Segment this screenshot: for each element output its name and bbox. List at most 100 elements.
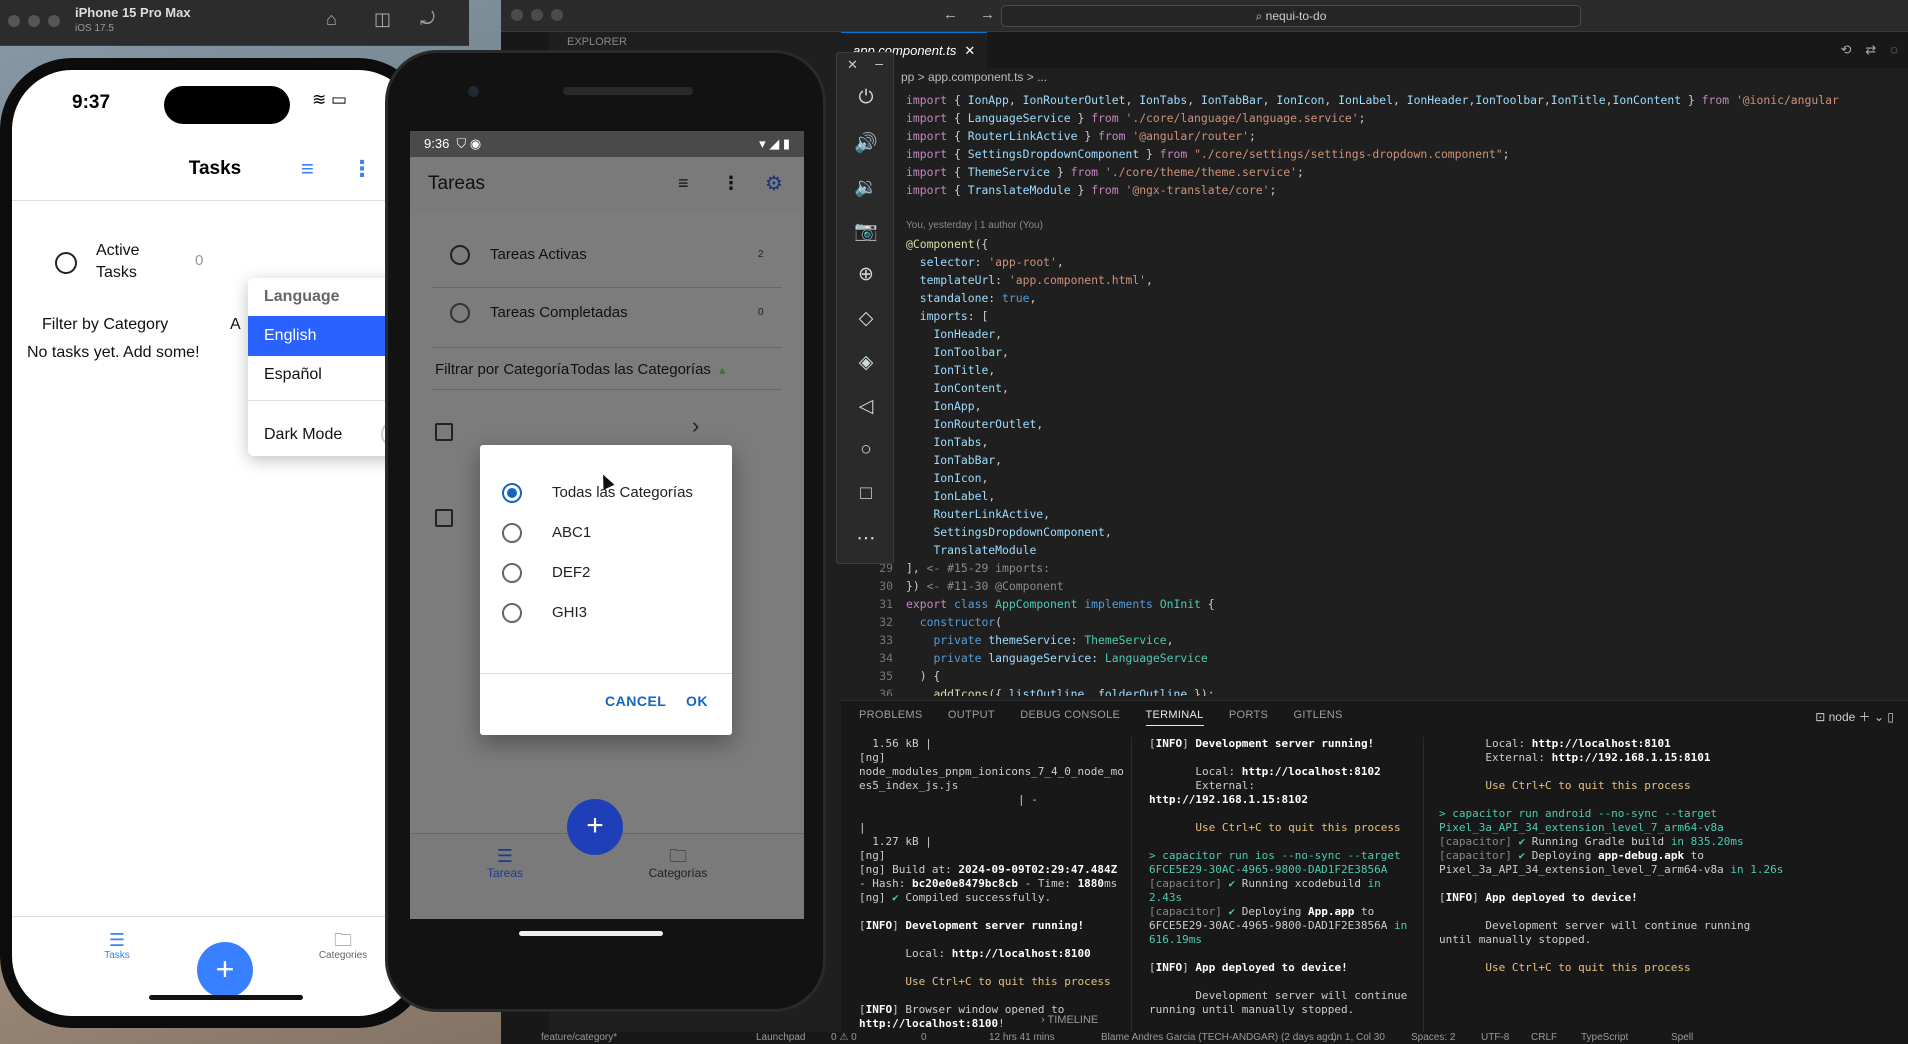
power-icon[interactable]: ⏻: [837, 87, 895, 109]
timeline-label: TIMELINE: [1047, 1014, 1099, 1026]
blame-status[interactable]: Blame Andres Garcia (TECH-ANDGAR) (2 day…: [1101, 1032, 1337, 1044]
history-icon[interactable]: ⟲: [1840, 42, 1851, 57]
filter-icon[interactable]: ≡: [678, 173, 689, 194]
rotate-icon[interactable]: ⤾: [420, 9, 435, 30]
tab-output[interactable]: OUTPUT: [948, 709, 995, 725]
android-screen: 9:36 ⛉ ◉ ▾ ◢ ▮ Tareas ≡ ⋮ ⚙ Tareas Activa…: [410, 131, 804, 919]
home-icon[interactable]: ⌂: [326, 9, 337, 30]
encoding-status[interactable]: UTF-8: [1481, 1032, 1509, 1044]
dialog-option[interactable]: DEF2: [480, 553, 732, 593]
back-icon[interactable]: ◁: [837, 395, 895, 418]
ok-button[interactable]: OK: [686, 693, 708, 709]
list-icon: ☰: [108, 930, 126, 950]
list-item[interactable]: Tareas Activas 2: [410, 229, 804, 287]
chevron-right-icon[interactable]: ›: [692, 413, 699, 439]
branch-status[interactable]: feature/category*: [541, 1032, 617, 1044]
dialog-option[interactable]: GHI3: [480, 593, 732, 633]
tab-terminal[interactable]: TERMINAL: [1145, 709, 1204, 726]
close-icon[interactable]: ✕: [964, 43, 975, 58]
language-status[interactable]: TypeScript: [1581, 1032, 1628, 1044]
list-item[interactable]: Tareas Completadas 0: [410, 287, 804, 345]
terminal-2[interactable]: [INFO] Development server running! Local…: [1149, 737, 1409, 1033]
home-icon[interactable]: ○: [837, 439, 895, 461]
radio[interactable]: [502, 563, 522, 583]
spell-status[interactable]: Spell: [1671, 1032, 1693, 1044]
tab-categories[interactable]: 🗀 Categories: [298, 930, 388, 961]
speaker: [563, 87, 693, 95]
option-label: Todas las Categorías: [552, 484, 693, 501]
settings-icon[interactable]: ◌: [1890, 42, 1898, 57]
radio[interactable]: [502, 603, 522, 623]
forward-arrow-icon[interactable]: →: [980, 6, 995, 23]
back-arrow-icon[interactable]: ←: [943, 6, 958, 23]
add-task-button[interactable]: +: [197, 942, 253, 998]
task-checkbox[interactable]: [435, 423, 453, 441]
code-editor[interactable]: import { IonApp, IonRouterOutlet, IonTab…: [841, 91, 1908, 696]
cursor-position[interactable]: Ln 1, Col 30: [1331, 1032, 1385, 1044]
tab-tasks[interactable]: ☰ Tasks: [82, 930, 152, 961]
volume-down-icon[interactable]: 🔉: [837, 175, 895, 199]
active-tasks-radio[interactable]: [55, 252, 77, 274]
warnings-status[interactable]: 0: [921, 1032, 927, 1044]
language-header: Language: [264, 288, 340, 305]
volume-up-icon[interactable]: 🔊: [837, 131, 895, 155]
language-option-spanish[interactable]: Español: [264, 366, 322, 384]
rotate-right-icon[interactable]: ◈: [837, 351, 895, 374]
cancel-button[interactable]: CANCEL: [605, 693, 666, 709]
rotate-left-icon[interactable]: ◇: [837, 307, 895, 330]
terminal-divider[interactable]: [1131, 737, 1132, 1033]
iphone-screen: 9:37 ≋ ▭ Tasks ≡ ⋮ Active Tasks 0 Filter…: [12, 70, 418, 1016]
indent-status[interactable]: Spaces: 2: [1411, 1032, 1455, 1044]
zoom-icon[interactable]: ⊕: [837, 263, 895, 286]
terminal-divider[interactable]: [1423, 737, 1424, 1033]
language-option-english[interactable]: English: [248, 316, 398, 356]
more-vert-icon[interactable]: ⋮: [722, 173, 740, 194]
tab-categories[interactable]: 🗀 Categorías: [628, 846, 728, 880]
completed-check-icon[interactable]: [450, 303, 470, 323]
tab-categories-label: Categories: [318, 950, 368, 961]
radio-selected[interactable]: [502, 483, 522, 503]
active-tasks-radio[interactable]: [450, 245, 470, 265]
tab-debug-console[interactable]: DEBUG CONSOLE: [1020, 709, 1120, 725]
tab-tasks[interactable]: ☰ Tareas: [470, 846, 540, 880]
git-blame-hint: You, yesterday | 1 author (You): [906, 220, 1043, 231]
more-vert-icon[interactable]: ⋮: [351, 156, 373, 182]
minimize-icon[interactable]: –: [875, 55, 883, 71]
launchpad-status[interactable]: Launchpad: [756, 1032, 806, 1044]
filter-label: Filtrar por Categoría: [435, 361, 570, 378]
command-center-search[interactable]: ⌕ nequi-to-do: [1001, 5, 1581, 27]
close-icon[interactable]: ✕: [847, 57, 858, 73]
radio[interactable]: [502, 523, 522, 543]
terminal-selector[interactable]: ⊡ node ＋ ⌄ ▯: [1815, 708, 1894, 725]
time-status[interactable]: 12 hrs 41 mins: [989, 1032, 1055, 1044]
search-label: nequi-to-do: [1265, 9, 1327, 23]
timeline-section[interactable]: › TIMELINE: [1041, 1014, 1098, 1026]
camera-icon[interactable]: 📷: [837, 219, 895, 243]
tab-ports[interactable]: PORTS: [1229, 709, 1268, 725]
tab-gitlens[interactable]: GITLENS: [1293, 709, 1342, 725]
tab-problems[interactable]: PROBLEMS: [859, 709, 923, 725]
compare-icon[interactable]: ⇄: [1865, 42, 1876, 57]
terminal-1[interactable]: 1.56 kB | [ng] node_modules_pnpm_ionicon…: [859, 737, 1124, 1033]
filter-icon[interactable]: ≡: [301, 156, 314, 182]
add-task-button[interactable]: +: [567, 799, 623, 855]
filter-value: Todas las Categorías: [570, 361, 711, 378]
screenshot-icon[interactable]: ◫: [374, 9, 391, 30]
divider: [432, 389, 782, 390]
add-terminal-icon[interactable]: ＋: [1859, 710, 1871, 724]
breadcrumb[interactable]: pp > app.component.ts > ...: [901, 70, 1047, 84]
errors-status[interactable]: 0 ⚠ 0: [831, 1032, 857, 1044]
filter-select[interactable]: Todas las Categorías ▲: [570, 361, 728, 378]
overview-icon[interactable]: □: [837, 483, 895, 505]
gear-icon[interactable]: ⚙: [765, 171, 783, 196]
window-controls[interactable]: [8, 15, 68, 30]
vscode-titlebar: ← → ⌕ nequi-to-do: [501, 0, 1908, 32]
filter-select[interactable]: A: [230, 316, 241, 334]
task-checkbox[interactable]: [435, 509, 453, 527]
more-icon[interactable]: ⋯: [837, 527, 895, 550]
split-icon[interactable]: ▯: [1887, 710, 1894, 724]
window-controls[interactable]: [511, 9, 571, 24]
eol-status[interactable]: CRLF: [1531, 1032, 1557, 1044]
terminal-3[interactable]: Local: http://localhost:8101 External: h…: [1439, 737, 1789, 1033]
dialog-option[interactable]: ABC1: [480, 513, 732, 553]
